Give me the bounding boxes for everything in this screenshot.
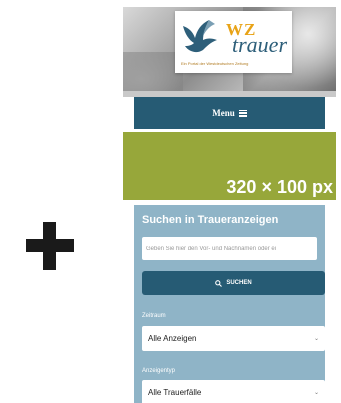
anzeigentyp-label: Anzeigentyp bbox=[142, 368, 176, 374]
search-button-label: SUCHEN bbox=[226, 280, 252, 286]
site-logo[interactable]: WZ trauer Ein Portal der Westdeutschen Z… bbox=[175, 11, 292, 73]
logo-trauer-text: trauer bbox=[232, 32, 287, 57]
zeitraum-label: Zeitraum bbox=[142, 313, 166, 319]
ad-size-label: 320 × 100 px bbox=[226, 177, 333, 197]
zeitraum-value: Alle Anzeigen bbox=[148, 334, 197, 343]
anzeigentyp-value: Alle Trauerfälle bbox=[148, 388, 202, 397]
search-button[interactable]: SUCHEN bbox=[142, 271, 325, 295]
logo-tagline: Ein Portal der Westdeutschen Zeitung bbox=[181, 61, 249, 66]
chevron-down-icon: ⌄ bbox=[313, 390, 319, 396]
ad-placeholder[interactable]: 320 × 100 px bbox=[123, 132, 336, 200]
menu-button[interactable]: Menu bbox=[134, 97, 325, 129]
plus-icon bbox=[26, 222, 74, 270]
chevron-down-icon: ⌄ bbox=[313, 336, 319, 342]
search-input[interactable] bbox=[142, 237, 317, 260]
anzeigentyp-select[interactable]: Alle Trauerfälle ⌄ bbox=[142, 380, 325, 403]
header-image: WZ trauer Ein Portal der Westdeutschen Z… bbox=[123, 7, 336, 97]
hamburger-icon bbox=[238, 109, 247, 117]
search-title: Suchen in Traueranzeigen bbox=[142, 214, 279, 226]
search-icon bbox=[215, 279, 223, 287]
dove-icon bbox=[183, 20, 217, 53]
search-panel: Suchen in Traueranzeigen SUCHEN Zeitraum… bbox=[134, 205, 325, 403]
zeitraum-select[interactable]: Alle Anzeigen ⌄ bbox=[142, 326, 325, 351]
menu-label: Menu bbox=[212, 108, 235, 118]
mobile-page: WZ trauer Ein Portal der Westdeutschen Z… bbox=[123, 7, 336, 403]
